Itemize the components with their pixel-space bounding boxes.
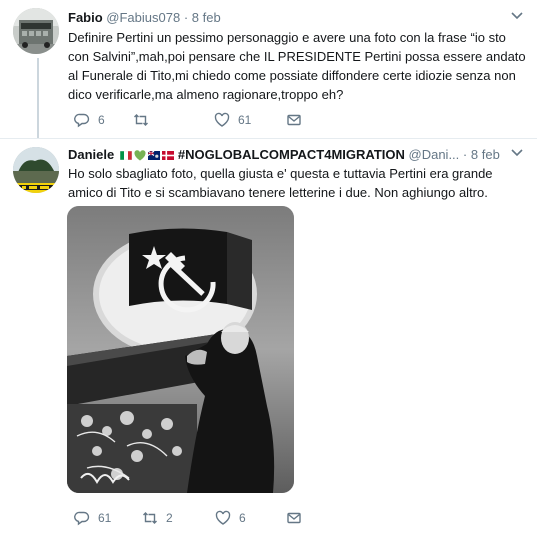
reply-count: 6 xyxy=(98,113,105,127)
chevron-down-icon[interactable] xyxy=(511,11,523,21)
tweet-actions: 61 2 6 xyxy=(68,508,368,528)
retweet-icon xyxy=(143,512,157,524)
tweet-header: Fabio @Fabius078 · 8 feb xyxy=(68,9,523,27)
like-button[interactable]: 61 xyxy=(214,110,251,130)
dm-button[interactable] xyxy=(286,110,302,130)
uk-overseas-flag-icon xyxy=(147,151,160,161)
denmark-flag-icon xyxy=(161,151,174,161)
envelope-icon xyxy=(287,114,301,126)
reply-count: 61 xyxy=(98,511,112,525)
tweet-date[interactable]: 8 feb xyxy=(192,10,221,25)
tweet-header: Daniele #NOGLOBALCOMPACT4MIGRATION @Dani… xyxy=(68,146,523,164)
envelope-icon xyxy=(287,512,301,524)
reply-icon xyxy=(74,511,90,526)
retweet-button[interactable] xyxy=(133,110,157,130)
avatar[interactable] xyxy=(13,147,59,193)
retweet-icon xyxy=(134,114,148,126)
dm-button[interactable] xyxy=(286,508,302,528)
green-heart-icon xyxy=(134,150,146,161)
reply-icon xyxy=(74,113,90,128)
name-emojis xyxy=(119,150,176,161)
retweet-button[interactable]: 2 xyxy=(142,508,173,528)
reply-button[interactable]: 61 xyxy=(74,508,111,528)
tweet-text: Definire Pertini un pessimo personaggio … xyxy=(68,30,526,102)
heart-icon xyxy=(215,510,231,525)
like-count: 6 xyxy=(239,511,246,525)
like-count: 61 xyxy=(238,113,252,127)
display-name[interactable]: Fabio xyxy=(68,10,103,25)
heart-icon xyxy=(214,112,230,127)
retweet-count: 2 xyxy=(166,511,173,525)
chevron-down-icon[interactable] xyxy=(511,148,523,158)
display-name[interactable]: Daniele #NOGLOBALCOMPACT4MIGRATION xyxy=(68,147,405,162)
tweet-text: Ho solo sbagliato foto, quella giusta e'… xyxy=(68,166,493,200)
tweet-date[interactable]: 8 feb xyxy=(471,147,500,162)
handle[interactable]: @Fabius078 xyxy=(106,10,180,25)
tweet-actions: 6 61 xyxy=(68,110,368,130)
reply-button[interactable]: 6 xyxy=(74,110,105,130)
tweet-fabio[interactable]: Fabio @Fabius078 · 8 feb Definire Pertin… xyxy=(0,0,537,137)
italy-flag-icon xyxy=(119,151,132,161)
tweet-daniele[interactable]: Daniele #NOGLOBALCOMPACT4MIGRATION @Dani… xyxy=(0,138,537,533)
attached-photo[interactable] xyxy=(67,206,294,493)
like-button[interactable]: 6 xyxy=(215,508,246,528)
avatar[interactable] xyxy=(13,8,59,54)
handle[interactable]: @Dani... xyxy=(409,147,460,162)
